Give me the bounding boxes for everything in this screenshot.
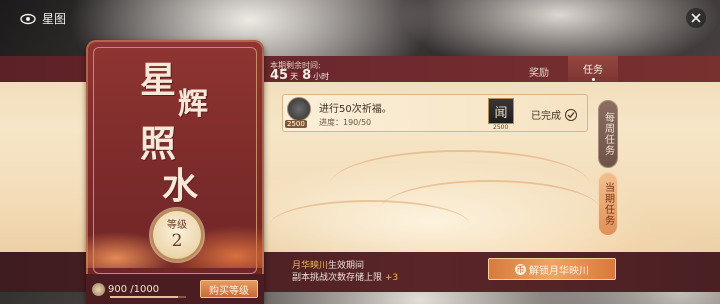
buy-level-label: 购买等级 [209,285,249,297]
check-icon [565,108,577,121]
footer-text: 副本挑战次数存储上限 [292,273,383,283]
remaining-days: 45 [270,68,289,83]
close-button[interactable] [686,8,706,28]
buy-level-button[interactable]: 购买等级 [200,280,258,298]
remaining-hours: 8 [302,68,312,83]
remaining-time: 45 天 8 小时 [270,68,331,83]
tab-rewards[interactable]: 奖励 [510,64,568,79]
task-reward-count: 2500 [493,124,509,131]
decor-swirl [270,200,470,250]
exp-progress-bar [110,296,186,298]
eye-icon[interactable] [20,13,36,25]
task-progress: 进度：190/50 [319,118,372,127]
active-tab-indicator [591,78,595,81]
footer-info-line2: 副本挑战次数存储上限 +3 [292,270,398,283]
task-status-label: 已完成 [531,111,561,122]
task-emblem-icon [287,97,311,121]
page-title: 星图 [42,12,67,26]
side-tab-weekly-tasks[interactable]: 每周任务 [598,100,618,168]
close-icon [691,13,701,23]
calligraphy-char: 星 [140,59,177,101]
exp-bar-row: 900 /1000 购买等级 [86,274,264,304]
calligraphy-char: 辉 [178,87,208,122]
pass-card: 星 辉 照 水 900 /1000 购买等级 [86,40,264,304]
unlock-pass-button[interactable]: 币 解锁月华映川 [488,258,616,280]
tab-tasks[interactable]: 任务 [568,56,618,82]
reward-glyph: 闻 [494,105,508,121]
level-value: 2 [171,231,183,251]
hours-unit: 小时 [313,72,330,81]
level-medal: 等级 2 [153,211,201,259]
bonus-value: +3 [384,273,399,283]
task-status: 已完成 [531,107,577,122]
task-reward-item[interactable]: 闻 [488,98,514,124]
task-points: 2500 [285,120,307,128]
tab-tasks-label: 任务 [583,65,603,76]
task-row[interactable]: 2500 进行50次祈福。 进度：190/50 闻 2500 已完成 [282,94,588,132]
exp-value: 900 /1000 [108,283,160,295]
exp-icon [92,282,105,296]
days-unit: 天 [290,72,299,81]
exp-progress-fill [110,296,179,298]
top-bar: 星图 [20,10,66,27]
calligraphy-char: 照 [140,123,177,165]
task-title: 进行50次祈福。 [319,104,392,115]
currency-icon: 币 [515,263,526,275]
unlock-pass-label: 解锁月华映川 [529,265,589,277]
side-tab-current-tasks[interactable]: 当期任务 [598,172,618,236]
calligraphy-char: 水 [162,165,199,207]
